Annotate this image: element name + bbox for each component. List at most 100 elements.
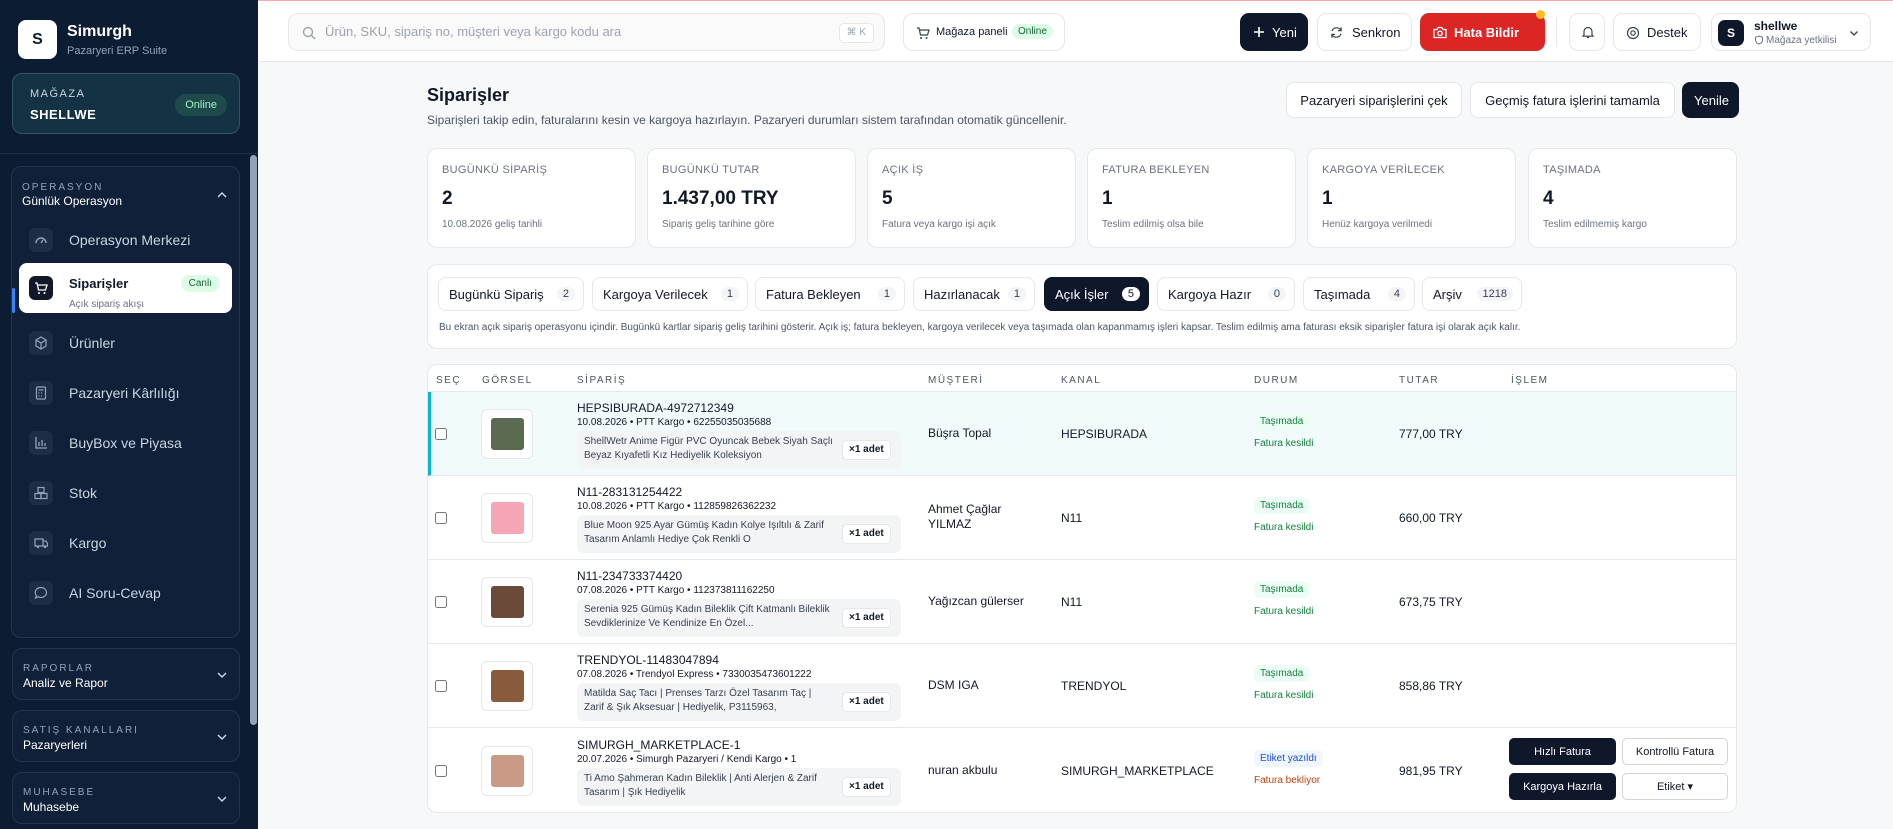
sync-button[interactable]: Senkron bbox=[1317, 13, 1412, 51]
bar-chart-icon bbox=[29, 431, 53, 455]
sidebar-item-operasyon-merkezi[interactable]: Operasyon Merkezi bbox=[19, 217, 232, 262]
order-meta: 10.08.2026 • PTT Kargo • 62255035035688 bbox=[577, 417, 772, 428]
store-panel-link[interactable]: Mağaza paneli Online bbox=[903, 13, 1065, 51]
order-id[interactable]: N11-283131254422 bbox=[577, 485, 682, 499]
sidebar-item-kargo[interactable]: Kargo bbox=[19, 520, 232, 565]
sidebar-item-siparisler[interactable]: Siparişler Açık sipariş akışı Canlı bbox=[19, 263, 232, 313]
row-select-checkbox[interactable] bbox=[435, 512, 447, 524]
kpi-value: 4 bbox=[1543, 188, 1554, 209]
sidebar-item-urunler[interactable]: Ürünler bbox=[19, 320, 232, 365]
kpi-subtext: Teslim edilmemiş kargo bbox=[1543, 219, 1647, 230]
report-bug-button[interactable]: Hata Bildir bbox=[1420, 13, 1545, 51]
row-select-checkbox[interactable] bbox=[435, 428, 447, 440]
kpi-subtext: 10.08.2026 geliş tarihli bbox=[442, 219, 543, 230]
product-thumbnail[interactable] bbox=[481, 746, 533, 796]
nav-group-muhasebe[interactable]: MUHASEBE Muhasebe bbox=[12, 772, 240, 824]
notification-dot bbox=[1536, 10, 1545, 19]
invoice-status: Fatura kesildi bbox=[1254, 606, 1314, 617]
prepare-cargo-button[interactable]: Kargoya Hazırla bbox=[1509, 773, 1616, 800]
kpi-subtext: Fatura veya kargo işi açık bbox=[882, 219, 996, 230]
store-panel-status: Online bbox=[1012, 24, 1053, 39]
row-select-checkbox[interactable] bbox=[435, 680, 447, 692]
nav-group-satis-kanallari[interactable]: SATIŞ KANALLARI Pazaryerleri bbox=[12, 710, 240, 762]
row-select-checkbox[interactable] bbox=[435, 596, 447, 608]
product-thumbnail[interactable] bbox=[481, 409, 533, 459]
kpi-subtext: Henüz kargoya verilmedi bbox=[1322, 219, 1433, 230]
active-indicator bbox=[12, 288, 15, 313]
tab-kargoya-verilecek[interactable]: Kargoya Verilecek 1 bbox=[592, 277, 748, 311]
invoice-status: Fatura kesildi bbox=[1254, 438, 1314, 449]
refresh-button[interactable]: Yenile bbox=[1682, 82, 1739, 118]
tab-kargoya-hazir[interactable]: Kargoya Hazır 0 bbox=[1157, 277, 1295, 311]
order-meta: 07.08.2026 • PTT Kargo • 112373811162250 bbox=[577, 585, 775, 596]
store-selector[interactable]: MAĞAZA SHELLWE Online bbox=[12, 73, 240, 134]
product-thumbnail[interactable] bbox=[481, 661, 533, 711]
shield-check-icon bbox=[1755, 35, 1763, 45]
app-logo: S bbox=[18, 20, 57, 59]
order-id[interactable]: TRENDYOL-11483047894 bbox=[577, 653, 719, 667]
sidebar-item-label: BuyBox ve Piyasa bbox=[69, 435, 182, 451]
table-row[interactable]: TRENDYOL-11483047894 07.08.2026 • Trendy… bbox=[428, 644, 1736, 728]
tab-hazirlanacak[interactable]: Hazırlanacak 1 bbox=[913, 277, 1035, 311]
sidebar-item-karlilik[interactable]: Pazaryeri Kârlılığı bbox=[19, 370, 232, 415]
search-input[interactable] bbox=[325, 24, 805, 39]
column-header: MÜŞTERİ bbox=[928, 375, 984, 386]
product-summary: Ti Amo Şahmeran Kadın Bileklik | Anti Al… bbox=[577, 768, 901, 806]
table-row[interactable]: SIMURGH_MARKETPLACE-1 20.07.2026 • Simur… bbox=[427, 729, 1737, 813]
camera-icon bbox=[1433, 26, 1447, 39]
store-status-badge: Online bbox=[175, 94, 227, 116]
order-id[interactable]: HEPSIBURADA-4972712349 bbox=[577, 401, 734, 415]
fetch-orders-button[interactable]: Pazaryeri siparişlerini çek bbox=[1286, 82, 1462, 118]
tab-acik-isler[interactable]: Açık İşler 5 bbox=[1044, 277, 1149, 311]
tab-bugunku-siparis[interactable]: Bugünkü Sipariş 2 bbox=[438, 277, 584, 311]
table-row[interactable]: N11-283131254422 10.08.2026 • PTT Kargo … bbox=[428, 476, 1736, 560]
invoice-status: Fatura kesildi bbox=[1254, 690, 1314, 701]
chat-icon bbox=[29, 581, 53, 605]
nav-group-operasyon: OPERASYON Günlük Operasyon Operasyon Mer… bbox=[11, 166, 240, 638]
order-id[interactable]: N11-234733374420 bbox=[577, 569, 682, 583]
label-dropdown-button[interactable]: Etiket ▾ bbox=[1622, 773, 1728, 800]
tab-count: 1 bbox=[1007, 287, 1026, 301]
tab-fatura-bekleyen[interactable]: Fatura Bekleyen 1 bbox=[755, 277, 905, 311]
tab-tasimada[interactable]: Taşımada 4 bbox=[1303, 277, 1415, 311]
nav-group-title: RAPORLAR bbox=[23, 663, 95, 674]
chevron-up-icon[interactable] bbox=[215, 188, 229, 202]
kpi-label: BUGÜNKÜ TUTAR bbox=[662, 164, 760, 176]
support-button[interactable]: Destek bbox=[1613, 13, 1701, 51]
kpi-label: AÇIK İŞ bbox=[882, 164, 924, 176]
order-amount: 777,00 TRY bbox=[1399, 427, 1463, 441]
product-thumbnail[interactable] bbox=[481, 493, 533, 543]
column-header: KANAL bbox=[1061, 375, 1102, 386]
topbar: ⌘ K Mağaza paneli Online Yeni Senkron Ha… bbox=[258, 0, 1893, 62]
notifications-button[interactable] bbox=[1569, 13, 1605, 51]
sidebar-item-label: Pazaryeri Kârlılığı bbox=[69, 385, 180, 401]
nav-group-raporlar[interactable]: RAPORLAR Analiz ve Rapor bbox=[12, 648, 240, 700]
sidebar-divider bbox=[0, 153, 258, 154]
table-row[interactable]: HEPSIBURADA-4972712349 10.08.2026 • PTT … bbox=[428, 392, 1736, 476]
user-menu[interactable]: S shellwe Mağaza yetkilisi bbox=[1711, 13, 1871, 51]
sidebar-item-buybox[interactable]: BuyBox ve Piyasa bbox=[19, 420, 232, 465]
sidebar-item-stok[interactable]: Stok bbox=[19, 470, 232, 515]
order-id[interactable]: SIMURGH_MARKETPLACE-1 bbox=[577, 738, 740, 752]
product-title: Matilda Saç Tacı | Prenses Tarzı Özel Ta… bbox=[584, 688, 812, 713]
status-badge: Taşımada bbox=[1254, 413, 1310, 430]
status-badge: Etiket yazıldı bbox=[1254, 750, 1323, 767]
customer-name: nuran akbulu bbox=[928, 763, 998, 777]
gauge-icon bbox=[29, 228, 53, 252]
sidebar-item-ai-soru-cevap[interactable]: AI Soru-Cevap bbox=[19, 570, 232, 615]
sidebar-scrollbar[interactable] bbox=[250, 155, 257, 725]
tab-arsiv[interactable]: Arşiv 1218 bbox=[1422, 277, 1522, 311]
channel-name: HEPSIBURADA bbox=[1061, 427, 1148, 441]
controlled-invoice-button[interactable]: Kontrollü Fatura bbox=[1622, 738, 1728, 765]
product-thumbnail[interactable] bbox=[481, 577, 533, 627]
kpi-value: 2 bbox=[442, 188, 453, 209]
new-button[interactable]: Yeni bbox=[1240, 13, 1308, 51]
column-header: DURUM bbox=[1254, 375, 1299, 386]
column-header: İŞLEM bbox=[1511, 375, 1549, 386]
row-select-checkbox[interactable] bbox=[435, 765, 447, 777]
sidebar-item-label: Stok bbox=[69, 485, 98, 501]
chevron-down-icon bbox=[217, 672, 227, 679]
quick-invoice-button[interactable]: Hızlı Fatura bbox=[1509, 738, 1616, 765]
complete-invoices-button[interactable]: Geçmiş fatura işlerini tamamla bbox=[1470, 82, 1675, 118]
table-row[interactable]: N11-234733374420 07.08.2026 • PTT Kargo … bbox=[428, 560, 1736, 644]
